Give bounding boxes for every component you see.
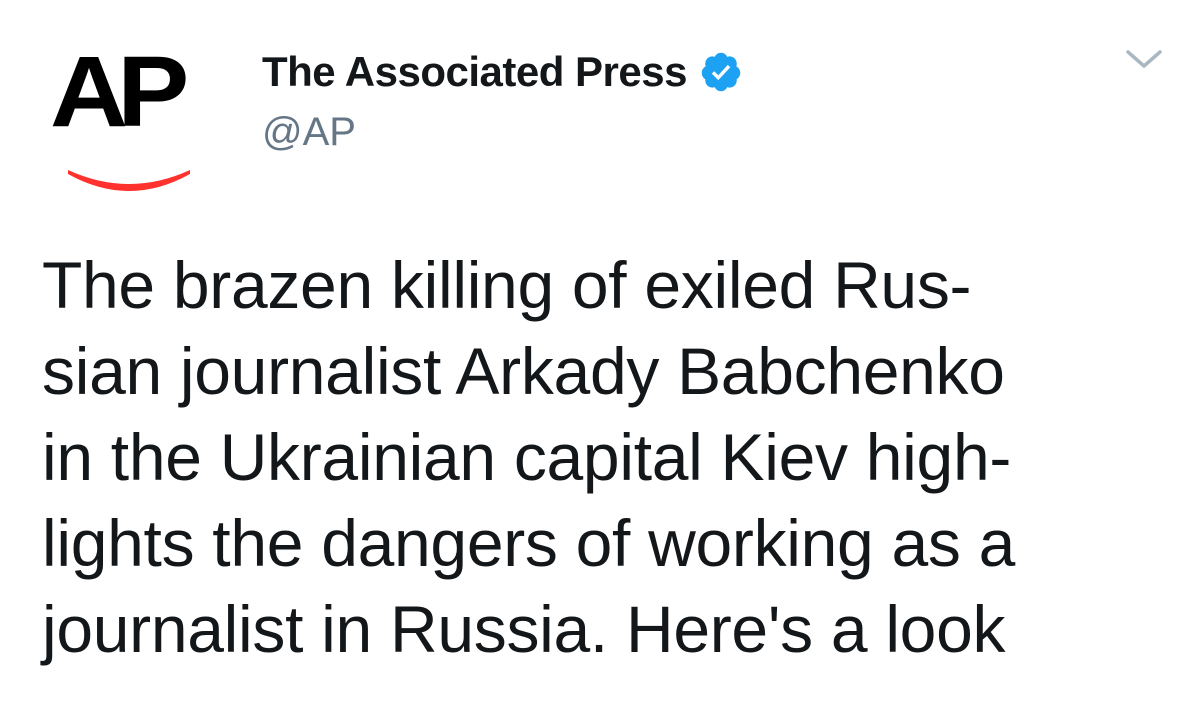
tweet-text-line: sian journalist Arkady Babchenko bbox=[42, 334, 1005, 408]
tweet-text-line: in the Ukrainian capital Kiev high- bbox=[42, 420, 1012, 494]
tweet-text: The brazen killing of exiled Rus- sian j… bbox=[42, 242, 1172, 672]
tweet-text-line: journalist in Russia. Here's a look bbox=[42, 592, 1006, 666]
tweet-text-line: The brazen killing of exiled Rus- bbox=[42, 248, 972, 322]
avatar[interactable]: AP bbox=[50, 40, 210, 200]
tweet-text-line: lights the dangers of working as a bbox=[42, 506, 1016, 580]
handle[interactable]: @AP bbox=[262, 110, 743, 155]
verified-badge-icon bbox=[701, 52, 741, 92]
display-name-row: The Associated Press bbox=[262, 48, 743, 96]
chevron-down-icon[interactable] bbox=[1124, 44, 1164, 74]
ap-logo-text: AP bbox=[50, 36, 189, 148]
tweet-card: AP The Associated Press @AP The brazen k… bbox=[0, 0, 1200, 704]
display-name[interactable]: The Associated Press bbox=[262, 48, 687, 96]
ap-logo-swoosh-icon bbox=[68, 170, 190, 191]
author-info: The Associated Press @AP bbox=[262, 48, 743, 168]
